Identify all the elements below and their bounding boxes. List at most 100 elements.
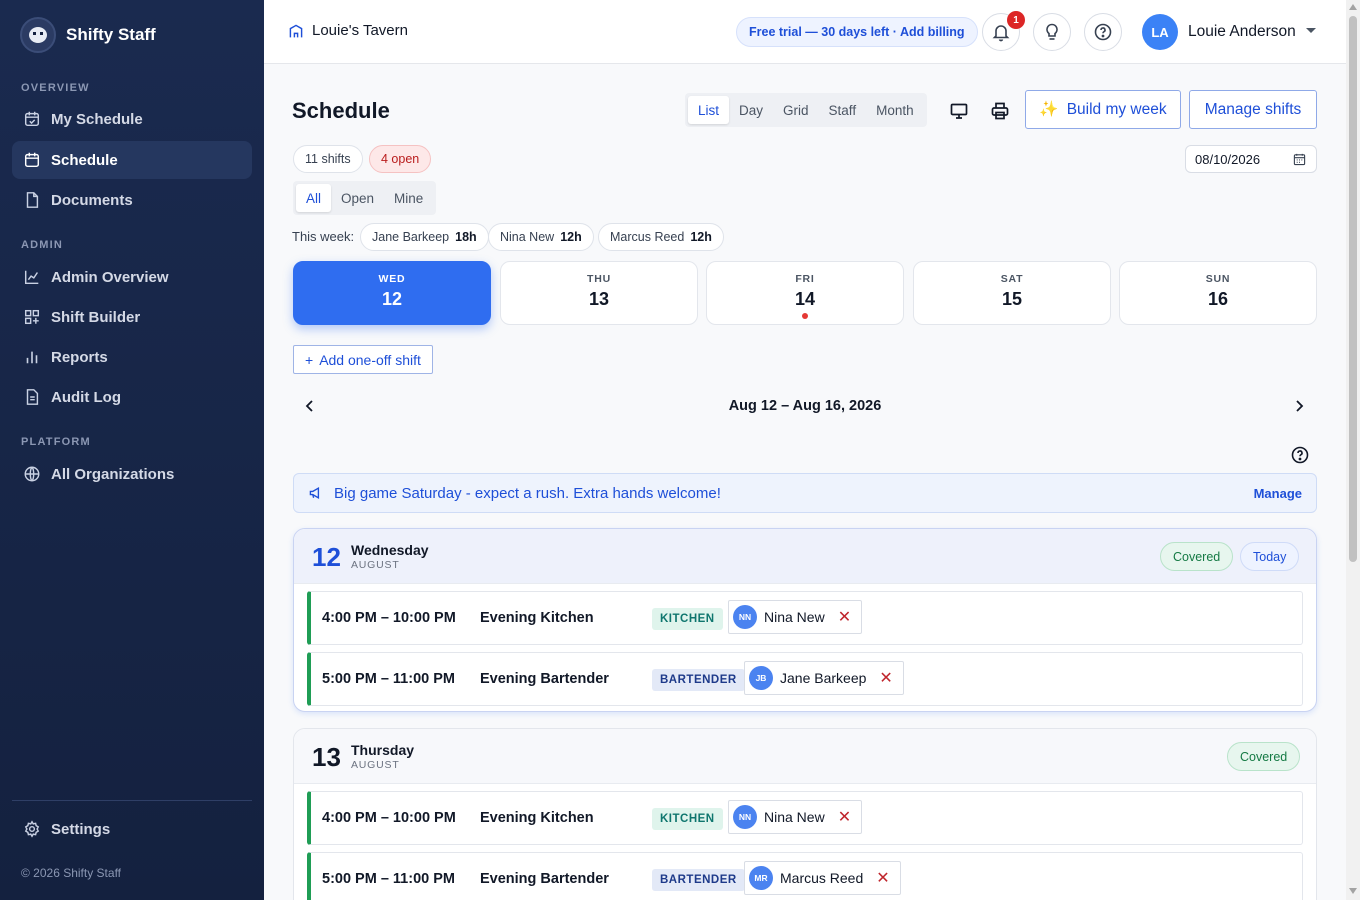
sidebar-item-my-schedule[interactable]: My Schedule: [12, 100, 252, 138]
remove-assignee-icon[interactable]: ✕: [879, 668, 892, 688]
day-block-thursday: 13 Thursday AUGUST Covered 4:00 PM – 10:…: [293, 728, 1317, 900]
previous-week-button[interactable]: [300, 396, 320, 416]
avatar: MR: [749, 866, 773, 890]
day-card-fri[interactable]: FRI 14: [706, 261, 904, 325]
day-card-dow: FRI: [795, 273, 815, 285]
sidebar-item-label: Audit Log: [51, 388, 121, 406]
covered-status-badge: Covered: [1227, 742, 1301, 771]
shift-row[interactable]: 4:00 PM – 10:00 PM Evening Kitchen KITCH…: [307, 591, 1303, 645]
build-my-week-button[interactable]: ✨ Build my week: [1025, 90, 1181, 129]
sidebar-item-reports[interactable]: Reports: [12, 338, 252, 376]
schedule-help-icon[interactable]: [1290, 445, 1310, 465]
view-tab-list[interactable]: List: [688, 96, 730, 124]
remove-assignee-icon[interactable]: ✕: [876, 868, 889, 888]
shift-time: 5:00 PM – 11:00 PM: [322, 871, 455, 887]
day-block-month: AUGUST: [351, 759, 400, 771]
add-one-off-shift-button[interactable]: + Add one-off shift: [293, 345, 433, 374]
topbar: Louie's Tavern Free trial — 30 days left…: [264, 0, 1346, 64]
tips-button[interactable]: [1033, 13, 1071, 51]
announcement-manage-link[interactable]: Manage: [1254, 486, 1302, 501]
user-name[interactable]: Louie Anderson: [1188, 23, 1296, 41]
open-count-badge[interactable]: 4 open: [369, 145, 432, 173]
today-badge: Today: [1240, 542, 1300, 571]
view-tab-grid[interactable]: Grid: [773, 96, 819, 124]
day-card-num: 14: [794, 289, 816, 309]
view-tab-month[interactable]: Month: [866, 96, 924, 124]
next-week-button[interactable]: [1289, 396, 1309, 416]
day-card-sat[interactable]: SAT 15: [913, 261, 1111, 325]
sidebar-item-audit-log[interactable]: Audit Log: [12, 378, 252, 416]
sidebar-item-all-organizations[interactable]: All Organizations: [12, 455, 252, 493]
manage-shifts-button[interactable]: Manage shifts: [1189, 90, 1317, 129]
section-label-admin: ADMIN: [21, 239, 64, 251]
announcement-banner: Big game Saturday - expect a rush. Extra…: [293, 473, 1317, 513]
sparkles-icon: ✨: [1039, 101, 1059, 118]
shift-row[interactable]: 5:00 PM – 11:00 PM Evening Bartender BAR…: [307, 852, 1303, 900]
sidebar-item-settings[interactable]: Settings: [12, 810, 252, 848]
day-card-dow: THU: [587, 273, 611, 285]
build-my-week-label: Build my week: [1066, 100, 1167, 118]
scroll-up-arrow-icon[interactable]: [1349, 4, 1357, 10]
staff-hours-chip: Nina New 12h: [488, 223, 594, 251]
day-block-header: 13 Thursday AUGUST Covered: [294, 729, 1316, 784]
view-tab-staff[interactable]: Staff: [819, 96, 867, 124]
open-shift-indicator-dot: [802, 313, 808, 319]
sidebar-item-schedule[interactable]: Schedule: [12, 141, 252, 179]
sidebar-item-admin-overview[interactable]: Admin Overview: [12, 258, 252, 296]
sidebar-item-label: My Schedule: [51, 110, 143, 128]
chevron-left-icon: [305, 400, 313, 412]
chevron-right-icon: [1296, 400, 1304, 412]
print-button[interactable]: [988, 99, 1012, 123]
display-mode-button[interactable]: [947, 99, 971, 123]
day-card-wed[interactable]: WED 12: [293, 261, 491, 325]
day-block-name: Wednesday: [351, 542, 429, 558]
assignee-chip: JB Jane Barkeep ✕: [744, 661, 904, 695]
filter-tab-all[interactable]: All: [296, 184, 332, 212]
shift-time: 5:00 PM – 11:00 PM: [322, 671, 455, 687]
help-icon: [1094, 23, 1112, 41]
announcement-text: Big game Saturday - expect a rush. Extra…: [334, 484, 721, 502]
building-icon: [289, 24, 303, 37]
sidebar-item-shift-builder[interactable]: Shift Builder: [12, 298, 252, 336]
day-card-thu[interactable]: THU 13: [500, 261, 698, 325]
chevron-down-icon[interactable]: [1306, 28, 1316, 33]
section-label-overview: OVERVIEW: [21, 82, 90, 94]
help-button[interactable]: [1084, 13, 1122, 51]
date-picker-input[interactable]: 08/10/2026: [1185, 145, 1317, 173]
scroll-down-arrow-icon[interactable]: [1349, 888, 1357, 894]
assignee-name: Marcus Reed: [780, 870, 864, 886]
file-list-icon: [26, 389, 39, 405]
filter-tab-mine[interactable]: Mine: [384, 184, 433, 212]
date-range-label: Aug 12 – Aug 16, 2026: [728, 398, 882, 414]
lightbulb-icon: [1046, 23, 1058, 40]
day-card-dow: SAT: [1000, 273, 1024, 285]
user-avatar[interactable]: LA: [1142, 14, 1178, 50]
org-switcher[interactable]: Louie's Tavern: [288, 22, 408, 39]
avatar: JB: [749, 666, 773, 690]
notifications-button[interactable]: 1: [982, 11, 1025, 51]
trial-banner-link[interactable]: Free trial — 30 days left · Add billing: [736, 17, 978, 47]
page-title: Schedule: [292, 98, 390, 123]
document-icon: [26, 192, 39, 208]
remove-assignee-icon[interactable]: ✕: [838, 807, 851, 827]
monitor-icon: [950, 103, 968, 119]
day-block-header: 12 Wednesday AUGUST Covered Today: [294, 529, 1316, 584]
filter-tab-open[interactable]: Open: [331, 184, 384, 212]
printer-icon: [991, 102, 1009, 120]
day-block-wednesday: 12 Wednesday AUGUST Covered Today 4:00 P…: [293, 528, 1317, 712]
scroll-thumb[interactable]: [1349, 16, 1357, 562]
calendar-icon[interactable]: [1293, 153, 1306, 166]
day-card-num: 15: [1001, 289, 1023, 309]
view-tab-day[interactable]: Day: [729, 96, 773, 124]
date-value: 08/10/2026: [1195, 151, 1261, 167]
day-card-sun[interactable]: SUN 16: [1119, 261, 1317, 325]
shift-row[interactable]: 5:00 PM – 11:00 PM Evening Bartender BAR…: [307, 652, 1303, 706]
sidebar-item-documents[interactable]: Documents: [12, 181, 252, 219]
page-scrollbar[interactable]: [1346, 0, 1360, 900]
staff-name: Jane Barkeep: [372, 230, 450, 244]
brand[interactable]: Shifty Staff: [20, 17, 156, 53]
line-chart-icon: [24, 270, 39, 285]
shift-row[interactable]: 4:00 PM – 10:00 PM Evening Kitchen KITCH…: [307, 791, 1303, 845]
globe-icon: [24, 466, 40, 482]
remove-assignee-icon[interactable]: ✕: [838, 607, 851, 627]
